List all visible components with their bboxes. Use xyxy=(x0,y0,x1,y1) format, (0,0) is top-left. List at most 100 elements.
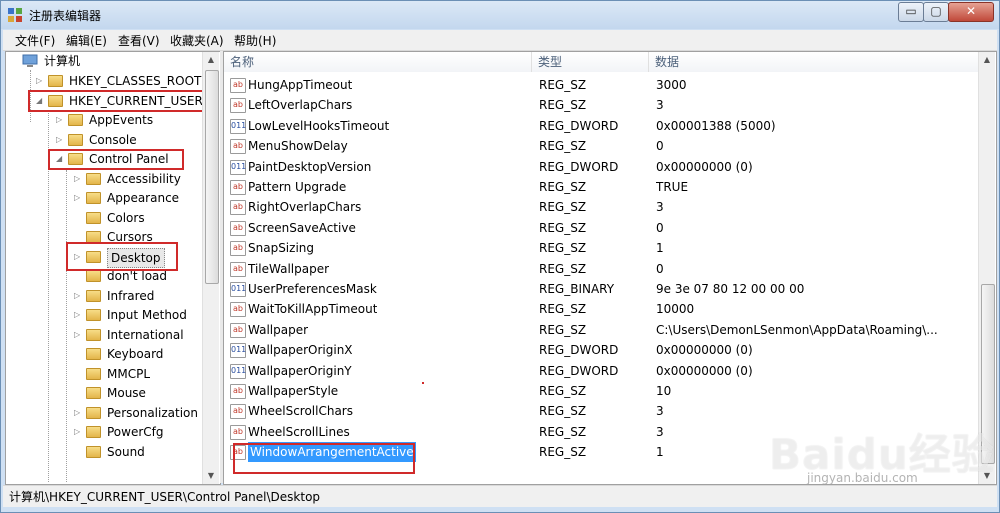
table-row[interactable]: 011 WallpaperOriginY REG_DWORD 0x00000000 (… xyxy=(224,361,974,381)
tree-item-label: PowerCfg xyxy=(107,425,164,439)
value-name: WallpaperStyle xyxy=(248,384,339,398)
column-header-name[interactable]: 名称 xyxy=(224,52,532,72)
value-name: MenuShowDelay xyxy=(248,139,348,154)
table-row[interactable]: ab LeftOverlapChars REG_SZ 3 xyxy=(224,95,974,115)
table-row[interactable]: 011 UserPreferencesMask REG_BINARY 9e 3e 07… xyxy=(224,279,974,299)
menu-view[interactable]: 查看(V) xyxy=(118,32,160,49)
folder-icon xyxy=(86,446,101,458)
value-type: REG_SZ xyxy=(539,241,587,256)
tree-item-label: Mouse xyxy=(107,386,146,400)
string-value-icon: ab xyxy=(230,78,246,93)
value-name: LowLevelHooksTimeout xyxy=(248,118,390,133)
string-value-icon: ab xyxy=(230,302,246,318)
table-row[interactable]: ab TileWallpaper REG_SZ 0 xyxy=(224,259,974,279)
minimize-button[interactable]: ▭ xyxy=(898,2,924,22)
expand-arrow-icon[interactable]: ▷ xyxy=(74,326,84,344)
value-type: REG_DWORD xyxy=(539,343,619,358)
value-type: REG_DWORD xyxy=(539,363,619,378)
value-name: Wallpaper xyxy=(248,322,309,337)
maximize-button[interactable]: ▢ xyxy=(923,2,949,22)
table-row[interactable]: ab WallpaperStyle REG_SZ 10 xyxy=(224,381,974,401)
table-row[interactable]: ab WaitToKillAppTimeout REG_SZ 10000 xyxy=(224,299,974,319)
folder-icon xyxy=(86,212,101,224)
value-type: REG_SZ xyxy=(539,180,587,194)
folder-icon xyxy=(86,290,101,302)
values-list[interactable]: 名称 类型 数据 ab HungAppTimeout REG_SZ 3000 ab Lef… xyxy=(223,51,997,485)
menu-favorites[interactable]: 收藏夹(A) xyxy=(170,32,224,49)
table-row[interactable]: ab HungAppTimeout REG_SZ 3000 xyxy=(224,75,974,95)
string-value-icon: ab xyxy=(230,404,246,420)
table-row[interactable]: ab MenuShowDelay REG_SZ 0 xyxy=(224,136,974,156)
string-value-icon: ab xyxy=(230,200,246,216)
folder-icon xyxy=(68,114,83,126)
value-data: 3 xyxy=(656,200,664,215)
table-row[interactable]: ab Pattern Upgrade REG_SZ TRUE xyxy=(224,177,974,197)
menu-help[interactable]: 帮助(H) xyxy=(234,32,276,49)
value-data: 0x00000000 (0) xyxy=(656,363,753,378)
registry-tree[interactable]: 计算机 ▷ HKEY_CLASSES_ROOT ◢ HKEY_CURRENT_U… xyxy=(5,51,221,485)
value-data: 0x00001388 (5000) xyxy=(656,118,776,133)
annotation-dot xyxy=(422,382,424,384)
tree-item-label: Accessibility xyxy=(107,172,181,186)
table-row[interactable]: ab Wallpaper REG_SZ C:\Users\DemonLSenmon\A… xyxy=(224,320,974,340)
folder-icon xyxy=(48,75,63,87)
binary-value-icon: 011 xyxy=(230,118,246,134)
regedit-app-icon xyxy=(8,8,22,22)
binary-value-icon: 011 xyxy=(230,343,246,359)
expand-arrow-icon[interactable]: ▷ xyxy=(74,170,84,188)
registry-editor-window: 注册表编辑器 ▭ ▢ ✕ 文件(F) 编辑(E) 查看(V) 收藏夹(A) 帮助… xyxy=(0,0,1000,513)
expand-arrow-icon[interactable]: ▷ xyxy=(74,287,84,305)
tree-item-label: Console xyxy=(89,133,137,147)
tree-item-label: Input Method xyxy=(107,308,187,322)
column-header-type[interactable]: 类型 xyxy=(532,52,649,72)
string-value-icon: ab xyxy=(230,241,246,257)
scroll-down-arrow-icon[interactable]: ▼ xyxy=(203,468,219,484)
expand-arrow-icon[interactable]: ▷ xyxy=(36,72,46,90)
tree-item-label: AppEvents xyxy=(89,113,154,127)
close-button[interactable]: ✕ xyxy=(948,2,994,22)
expand-arrow-icon[interactable]: ▷ xyxy=(74,306,84,324)
value-type: REG_DWORD xyxy=(539,118,619,133)
menu-edit[interactable]: 编辑(E) xyxy=(66,32,107,49)
column-header-data[interactable]: 数据 xyxy=(649,52,979,72)
value-type: REG_SZ xyxy=(539,200,587,215)
expand-arrow-icon[interactable]: ▷ xyxy=(74,404,84,422)
tree-item-label: Colors xyxy=(107,211,145,225)
value-name: TileWallpaper xyxy=(248,261,330,276)
value-data: 10000 xyxy=(656,302,695,317)
list-scrollbar[interactable]: ▲ ▼ xyxy=(978,52,995,484)
table-row[interactable]: ab WheelScrollChars REG_SZ 3 xyxy=(224,401,974,421)
value-data: 0x00000000 (0) xyxy=(656,159,753,174)
computer-icon xyxy=(22,54,38,67)
table-row[interactable]: 011 WallpaperOriginX REG_DWORD 0x00000000 (… xyxy=(224,340,974,360)
tree-scrollbar[interactable]: ▲ ▼ xyxy=(202,52,219,484)
scroll-up-arrow-icon[interactable]: ▲ xyxy=(203,52,219,68)
table-row[interactable]: ab SnapSizing REG_SZ 1 xyxy=(224,238,974,258)
scroll-thumb[interactable] xyxy=(205,70,219,284)
scroll-up-arrow-icon[interactable]: ▲ xyxy=(979,52,995,68)
value-type: REG_SZ xyxy=(539,98,587,113)
folder-icon xyxy=(86,270,101,282)
menu-file[interactable]: 文件(F) xyxy=(15,32,55,49)
string-value-icon: ab xyxy=(230,322,246,338)
value-data: 0x00000000 (0) xyxy=(656,343,753,358)
string-value-icon: ab xyxy=(230,180,246,195)
expand-arrow-icon[interactable]: ▷ xyxy=(74,189,84,207)
title-bar[interactable]: 注册表编辑器 ▭ ▢ ✕ xyxy=(1,1,999,29)
value-type: REG_BINARY xyxy=(539,282,615,296)
tree-item-label: MMCPL xyxy=(107,367,151,381)
expand-arrow-icon[interactable]: ▷ xyxy=(74,423,84,441)
table-row[interactable]: 011 PaintDesktopVersion REG_DWORD 0x0000000… xyxy=(224,157,974,177)
tree-item-label: 计算机 xyxy=(44,54,81,68)
value-type: REG_SZ xyxy=(539,445,587,460)
expand-arrow-icon[interactable]: ▷ xyxy=(56,111,66,129)
table-row[interactable]: ab RightOverlapChars REG_SZ 3 xyxy=(224,197,974,217)
expand-arrow-icon[interactable]: ▷ xyxy=(56,131,66,149)
binary-value-icon: 011 xyxy=(230,363,246,379)
value-data: 1 xyxy=(656,241,664,256)
table-row[interactable]: ab ScreenSaveActive REG_SZ 0 xyxy=(224,218,974,238)
table-row[interactable]: 011 LowLevelHooksTimeout REG_DWORD 0x000013… xyxy=(224,116,974,136)
value-type: REG_SZ xyxy=(539,322,587,337)
annotation-box xyxy=(28,90,210,112)
value-name: WaitToKillAppTimeout xyxy=(248,302,378,317)
